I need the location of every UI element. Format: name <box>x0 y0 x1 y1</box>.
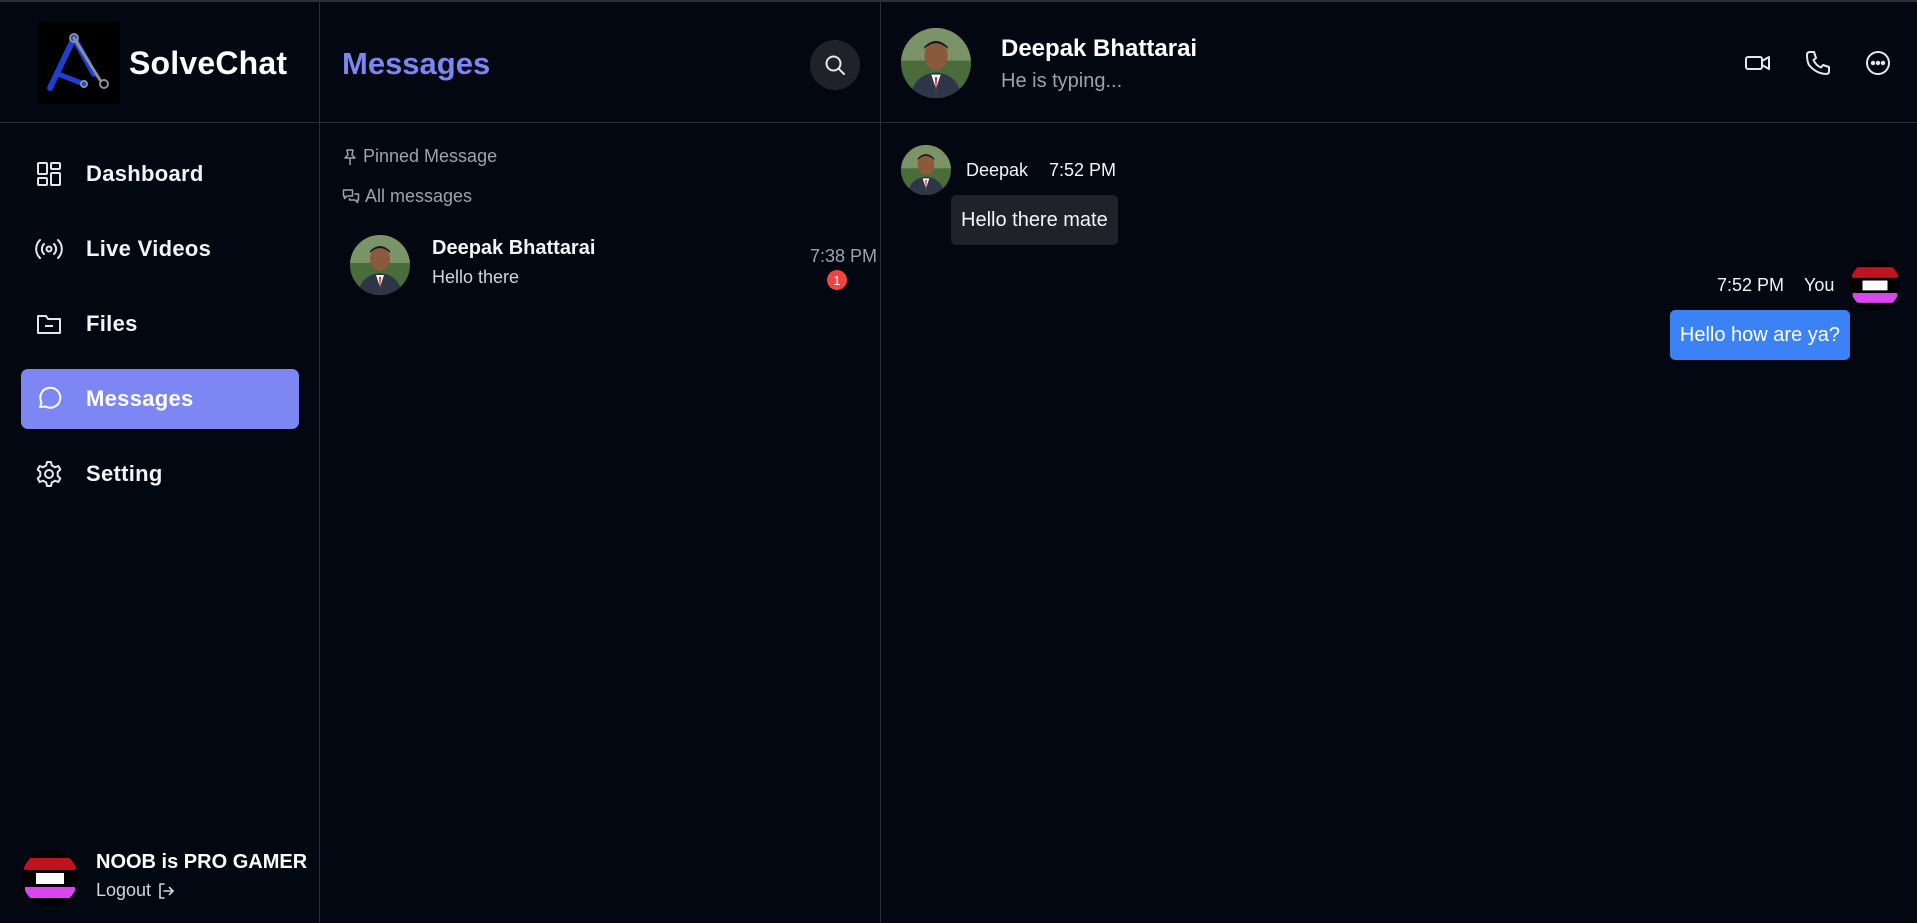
conversation-preview: Hello there <box>432 267 520 287</box>
typing-status: He is typing... <box>1001 70 1123 92</box>
logout-link[interactable]: Logout <box>96 880 175 901</box>
nav-item-files[interactable]: Files <box>21 294 299 354</box>
message-bubble-incoming: Hello there mate <box>951 195 1118 245</box>
broadcast-icon <box>35 239 63 259</box>
app-window: SolveChat Dashboard Live Videos Files Me… <box>0 0 1917 923</box>
phone-icon[interactable] <box>1804 49 1832 77</box>
conversation-item[interactable]: Deepak Bhattarai Hello there 7:38 PM 1 <box>342 227 880 301</box>
nav-item-live-videos[interactable]: Live Videos <box>21 219 299 279</box>
logout-label: Logout <box>96 880 152 900</box>
nav-item-setting[interactable]: Setting <box>21 444 299 504</box>
all-messages-label: All messages <box>365 186 473 206</box>
nav-label-live-videos: Live Videos <box>86 236 212 261</box>
unread-badge: 1 <box>827 270 847 290</box>
chat-bubbles-icon <box>342 188 360 203</box>
chat-header: Deepak Bhattarai He is typing... <box>881 2 1917 123</box>
conversation-avatar <box>350 235 410 295</box>
conversation-name: Deepak Bhattarai <box>432 237 596 259</box>
search-button[interactable] <box>810 40 860 90</box>
sidebar: SolveChat Dashboard Live Videos Files Me… <box>0 2 320 923</box>
current-user-name: NOOB is PRO GAMER <box>96 851 308 873</box>
contact-name: Deepak Bhattarai <box>1001 35 1198 62</box>
solvechat-logo[interactable] <box>38 22 120 104</box>
nav-item-dashboard[interactable]: Dashboard <box>21 144 299 204</box>
nav-label-files: Files <box>86 311 138 336</box>
gear-icon <box>36 461 62 487</box>
message-time: 7:52 PM <box>1049 160 1117 180</box>
video-call-icon[interactable] <box>1744 49 1772 77</box>
message-sender-name: Deepak <box>966 160 1029 180</box>
current-user-avatar[interactable] <box>22 850 78 906</box>
messages-list-header: Messages <box>320 2 881 123</box>
chat-panel: Deepak Bhattarai He is typing... Deepak … <box>881 2 1917 923</box>
message-sender-avatar <box>901 145 951 195</box>
nav-label-messages: Messages <box>86 386 194 411</box>
messages-list-panel: Messages Pinned Message All messages Dee… <box>320 2 881 923</box>
current-user-card: NOOB is PRO GAMER Logout <box>22 842 318 912</box>
message-bubble-outgoing: Hello how are ya? <box>1669 310 1850 360</box>
message-circle-icon <box>39 386 62 409</box>
nav-label-dashboard: Dashboard <box>86 161 204 186</box>
pinned-section-label: Pinned Message <box>342 146 497 167</box>
folder-icon <box>37 315 61 334</box>
pinned-label: Pinned Message <box>363 146 498 166</box>
messages-title: Messages <box>342 46 491 81</box>
contact-avatar[interactable] <box>901 28 971 98</box>
brand-name: SolveChat <box>129 45 288 81</box>
message-sender-name: You <box>1804 275 1835 295</box>
message-time: 7:52 PM <box>1717 275 1785 295</box>
search-icon <box>825 55 845 75</box>
conversation-time: 7:38 PM <box>809 246 877 266</box>
all-messages-section-label: All messages <box>342 186 472 207</box>
pin-icon <box>344 148 356 165</box>
nav-label-setting: Setting <box>86 461 163 486</box>
logout-icon <box>159 882 174 899</box>
nav-item-messages[interactable]: Messages <box>21 369 299 429</box>
dashboard-icon <box>37 162 61 186</box>
my-avatar <box>1850 260 1900 310</box>
more-options-icon[interactable] <box>1864 49 1892 77</box>
brand: SolveChat <box>0 2 320 123</box>
